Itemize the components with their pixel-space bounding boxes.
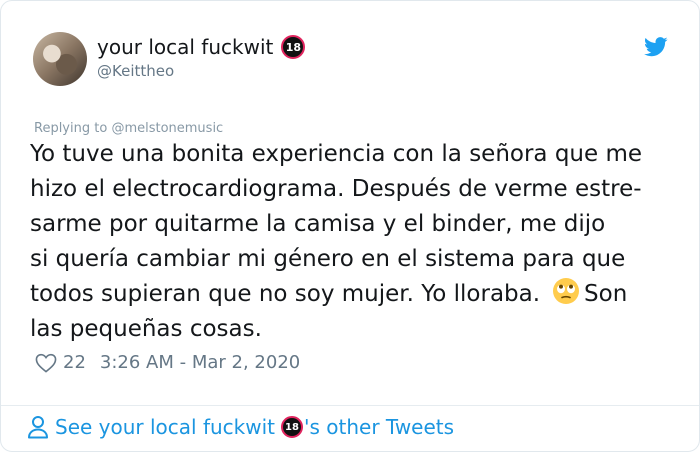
replying-to-line: Replying to @melstonemusic — [34, 121, 223, 136]
see-other-tweets-prefix[interactable]: See your local fuckwit — [55, 415, 275, 439]
author-display-name[interactable]: your local fuckwit — [97, 35, 273, 59]
twitter-bird-icon[interactable] — [644, 37, 668, 57]
author-name-row[interactable]: your local fuckwit 18 — [97, 35, 306, 59]
tweet-text-line-2: hizo el electrocardiograma. Después de v… — [30, 176, 642, 202]
person-icon — [28, 416, 48, 439]
tweet-text-line-5a: todos supieran que no soy mujer. Yo llor… — [30, 281, 541, 307]
author-handle[interactable]: @Keittheo — [97, 62, 174, 80]
18-badge-icon: 18 — [281, 35, 306, 59]
tweet-text-line-1: Yo tuve una bonita experiencia con la se… — [30, 141, 643, 167]
heart-icon[interactable] — [35, 353, 57, 373]
tweet-text-line-6: las pequeñas cosas. — [30, 316, 262, 342]
replying-to-link[interactable]: @melstonemusic — [111, 121, 223, 136]
footer-divider — [1, 405, 699, 406]
avatar[interactable] — [33, 32, 87, 86]
replying-prefix: Replying to — [34, 121, 108, 136]
18-badge-icon: 18 — [281, 416, 303, 438]
like-count[interactable]: 22 — [63, 352, 86, 373]
tweet-meta: 22 3:26 AM - Mar 2, 2020 — [35, 352, 300, 373]
tweet-text: Yo tuve una bonita experiencia con la se… — [30, 137, 670, 347]
rolling-eyes-emoji-icon — [553, 278, 580, 304]
tweet-text-line-3: sarme por quitarme la camisa y el binder… — [30, 211, 606, 237]
tweet-text-line-4: si quería cambiar mi género en el sistem… — [30, 246, 626, 272]
see-other-tweets-link[interactable]: See your local fuckwit 18 's other Tweet… — [27, 415, 454, 439]
tweet-card: your local fuckwit 18 @Keittheo Replying… — [0, 0, 700, 452]
tweet-timestamp[interactable]: 3:26 AM - Mar 2, 2020 — [100, 352, 300, 373]
tweet-text-line-5b: Son — [584, 281, 628, 307]
see-other-tweets-suffix[interactable]: 's other Tweets — [304, 415, 454, 439]
